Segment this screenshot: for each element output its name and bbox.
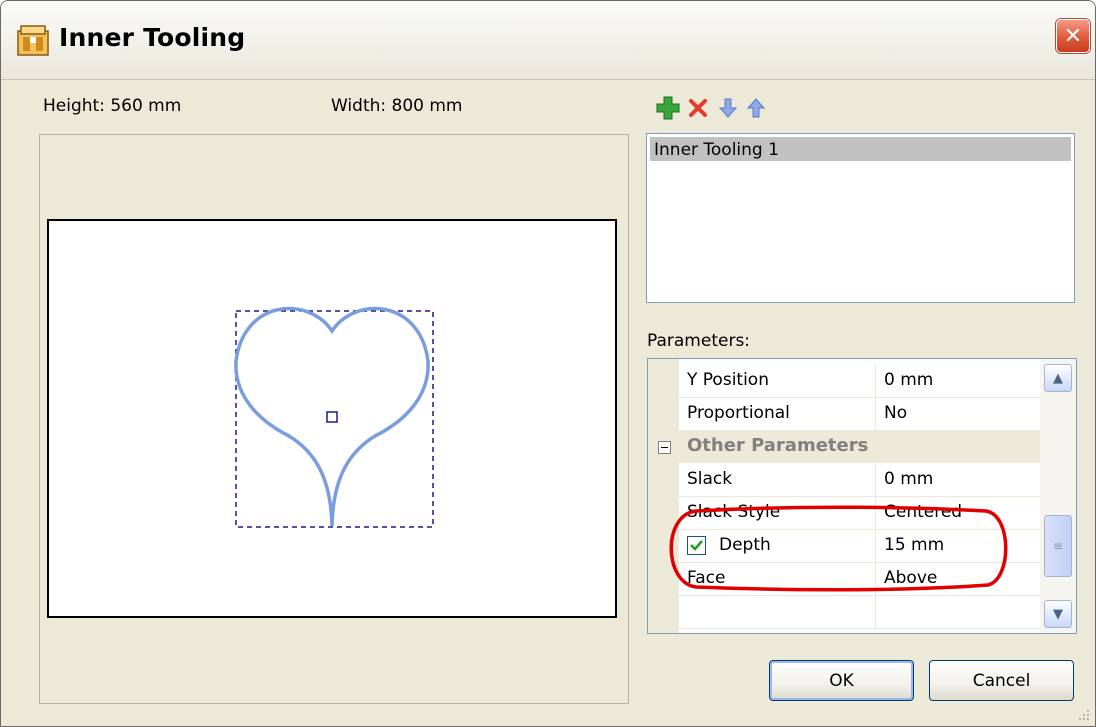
- close-button[interactable]: ✕: [1056, 19, 1090, 53]
- height-label: Height: 560 mm: [43, 96, 182, 116]
- param-value[interactable]: 0 mm: [884, 370, 933, 390]
- preview-canvas[interactable]: [47, 219, 617, 618]
- scroll-down-button[interactable]: ▼: [1044, 600, 1072, 628]
- category-label: Other Parameters: [687, 435, 869, 456]
- move-up-icon[interactable]: [743, 95, 769, 121]
- param-name: Y Position: [687, 370, 769, 390]
- width-label: Width: 800 mm: [331, 96, 463, 116]
- ok-button[interactable]: OK: [769, 660, 914, 701]
- add-icon[interactable]: [655, 95, 681, 121]
- highlight-ellipse: [669, 505, 1008, 592]
- shape-preview: [234, 306, 434, 528]
- center-handle[interactable]: [326, 411, 338, 423]
- scroll-up-button[interactable]: ▲: [1044, 364, 1072, 392]
- tooling-box-icon: [17, 25, 49, 56]
- param-value[interactable]: No: [884, 403, 907, 423]
- resize-grip-icon[interactable]: [1075, 706, 1091, 722]
- column-divider: [875, 365, 876, 397]
- param-name: Proportional: [687, 403, 790, 423]
- tooling-list[interactable]: Inner Tooling 1: [646, 133, 1075, 303]
- list-item-label: Inner Tooling 1: [654, 140, 779, 160]
- close-icon: ✕: [1063, 23, 1083, 49]
- param-row-proportional[interactable]: Proportional No: [679, 398, 1040, 431]
- column-divider: [875, 464, 876, 496]
- grip-lines-icon: ≡: [1052, 539, 1064, 553]
- param-name: Slack: [687, 469, 733, 489]
- scroll-thumb[interactable]: ≡: [1044, 515, 1072, 577]
- chevron-down-icon: ▼: [1053, 606, 1063, 622]
- collapse-minus-icon[interactable]: [658, 441, 671, 454]
- parameters-scrollbar[interactable]: ▲ ≡ ▼: [1040, 359, 1076, 633]
- param-row-y-position[interactable]: Y Position 0 mm: [679, 365, 1040, 398]
- param-value[interactable]: 0 mm: [884, 469, 933, 489]
- list-item[interactable]: Inner Tooling 1: [650, 137, 1071, 161]
- heart-shape[interactable]: [234, 306, 430, 527]
- cancel-button[interactable]: Cancel: [929, 660, 1074, 701]
- column-divider: [875, 596, 876, 628]
- inner-tooling-dialog: Inner Tooling ✕ Height: 560 mm Width: 80…: [0, 0, 1096, 727]
- move-down-icon[interactable]: [715, 95, 741, 121]
- category-other-parameters[interactable]: Other Parameters: [648, 431, 1040, 463]
- param-row-empty: [679, 596, 1040, 629]
- column-divider: [875, 398, 876, 430]
- chevron-up-icon: ▲: [1053, 370, 1063, 386]
- delete-icon[interactable]: [685, 95, 711, 121]
- parameters-label: Parameters:: [647, 331, 751, 351]
- title-bar[interactable]: Inner Tooling ✕: [1, 1, 1095, 80]
- param-row-slack[interactable]: Slack 0 mm: [679, 464, 1040, 497]
- window-title: Inner Tooling: [59, 23, 246, 52]
